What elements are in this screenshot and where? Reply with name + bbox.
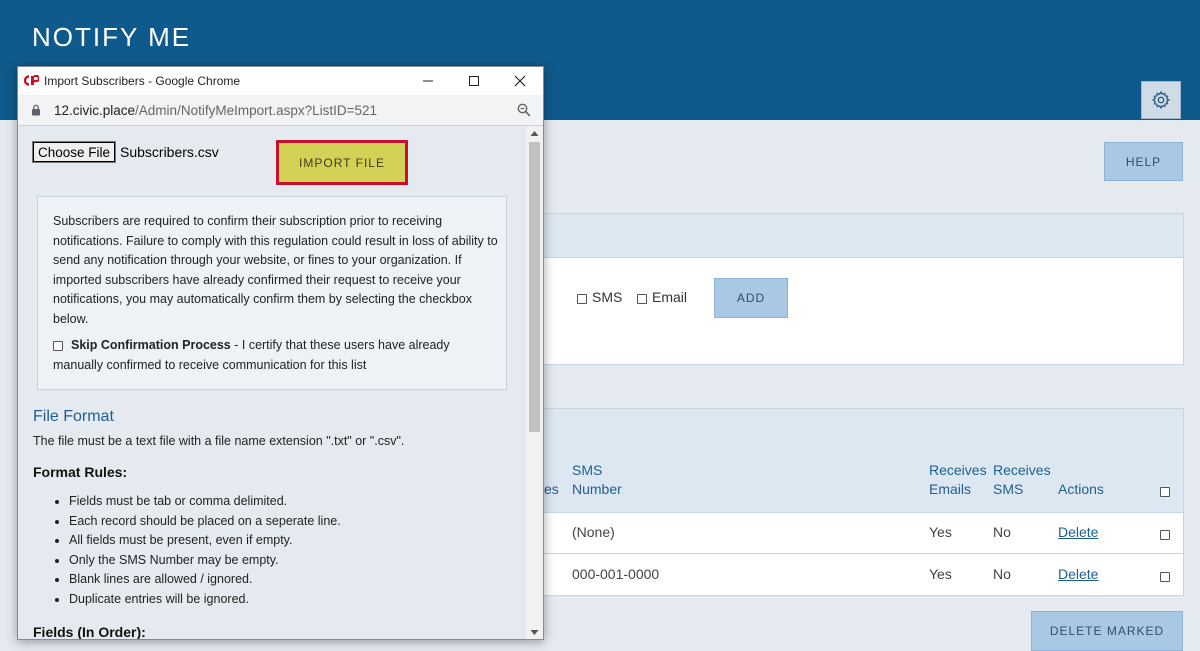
scrollbar-thumb[interactable] xyxy=(529,142,540,432)
address-bar[interactable]: 12.civic.place/Admin/NotifyMeImport.aspx… xyxy=(18,95,543,126)
skip-confirmation-checkbox[interactable] xyxy=(53,340,63,351)
column-actions: Actions xyxy=(1058,481,1104,497)
close-button[interactable] xyxy=(497,67,542,95)
confirmation-notice: Subscribers are required to confirm thei… xyxy=(37,196,507,390)
file-format-description: The file must be a text file with a file… xyxy=(33,434,405,448)
list-item: Blank lines are allowed / ignored. xyxy=(69,570,341,590)
import-file-button[interactable]: IMPORT FILE xyxy=(276,140,408,185)
row-checkbox[interactable] xyxy=(1160,568,1170,586)
skip-confirmation-label: Skip Confirmation Process xyxy=(71,338,231,352)
minimize-icon xyxy=(422,80,433,82)
table-cell-receives-sms: No xyxy=(993,566,1011,582)
list-item: Each record should be placed on a sepera… xyxy=(69,512,341,532)
table-cell-sms-number: (None) xyxy=(572,524,615,540)
selected-file-name: Subscribers.csv xyxy=(120,144,219,160)
settings-button[interactable] xyxy=(1141,81,1181,119)
column-sms-number[interactable]: SMS Number xyxy=(572,461,622,499)
column-label: Receives xyxy=(929,462,987,478)
column-label: Emails xyxy=(929,481,972,497)
format-rules-title: Format Rules: xyxy=(33,464,128,480)
column-receives-sms[interactable]: Receives SMS xyxy=(993,461,1051,499)
delete-link[interactable]: Delete xyxy=(1058,566,1098,582)
select-all-checkbox[interactable] xyxy=(1160,483,1170,501)
list-item: Only the SMS Number may be empty. xyxy=(69,551,341,571)
help-button[interactable]: HELP xyxy=(1104,142,1183,181)
choose-file-button[interactable]: Choose File xyxy=(32,141,116,163)
list-item: Duplicate entries will be ignored. xyxy=(69,590,341,610)
maximize-button[interactable] xyxy=(451,67,496,95)
panel-header xyxy=(521,214,1183,258)
table-cell-receives-emails: Yes xyxy=(929,566,952,582)
skip-confirmation-row: Skip Confirmation Process - I certify th… xyxy=(53,335,498,375)
window-title: Import Subscribers - Google Chrome xyxy=(44,74,241,88)
civicplus-logo-icon xyxy=(23,75,39,86)
list-item: All fields must be present, even if empt… xyxy=(69,531,341,551)
table-cell-sms-number: 000-001-0000 xyxy=(572,566,660,582)
list-item: Fields must be tab or comma delimited. xyxy=(69,492,341,512)
email-label: Email xyxy=(652,289,688,305)
sms-checkbox[interactable] xyxy=(577,290,587,308)
url-text: 12.civic.place/Admin/NotifyMeImport.aspx… xyxy=(54,103,377,118)
minimize-button[interactable] xyxy=(405,67,450,95)
email-checkbox[interactable] xyxy=(637,290,647,308)
gear-icon xyxy=(1151,90,1171,110)
column-label: Receives xyxy=(993,462,1051,478)
delete-marked-button[interactable]: DELETE MARKED xyxy=(1031,611,1183,651)
table-cell-receives-emails: Yes xyxy=(929,524,952,540)
sms-label: SMS xyxy=(592,289,623,305)
vertical-scrollbar[interactable] xyxy=(526,126,543,639)
column-label: SMS xyxy=(572,462,603,478)
popup-content: Choose File Subscribers.csv IMPORT FILE … xyxy=(18,126,526,640)
row-divider xyxy=(521,553,1183,554)
scroll-up-icon[interactable] xyxy=(530,130,539,137)
window-titlebar[interactable]: Import Subscribers - Google Chrome xyxy=(18,67,543,95)
page-title: NOTIFY ME xyxy=(32,22,192,52)
table-cell-receives-sms: No xyxy=(993,524,1011,540)
fields-title: Fields (In Order): xyxy=(33,624,146,640)
close-icon xyxy=(514,75,525,87)
column-receives-emails[interactable]: Receives Emails xyxy=(929,461,987,499)
add-button[interactable]: ADD xyxy=(714,278,788,318)
file-format-title: File Format xyxy=(33,408,114,425)
notice-text: Subscribers are required to confirm thei… xyxy=(53,214,498,326)
column-label: Number xyxy=(572,481,622,497)
delete-link[interactable]: Delete xyxy=(1058,524,1098,540)
format-rules-list: Fields must be tab or comma delimited. E… xyxy=(54,492,341,609)
maximize-icon xyxy=(468,76,479,86)
zoom-icon[interactable] xyxy=(517,103,531,117)
scroll-down-icon[interactable] xyxy=(530,629,539,636)
url-path: /Admin/NotifyMeImport.aspx?ListID=521 xyxy=(135,103,378,118)
column-label: SMS xyxy=(993,481,1024,497)
url-host: 12.civic.place xyxy=(54,103,136,118)
row-checkbox[interactable] xyxy=(1160,526,1170,544)
lock-icon xyxy=(32,104,40,116)
import-subscribers-window: Import Subscribers - Google Chrome 12.ci… xyxy=(17,66,544,640)
